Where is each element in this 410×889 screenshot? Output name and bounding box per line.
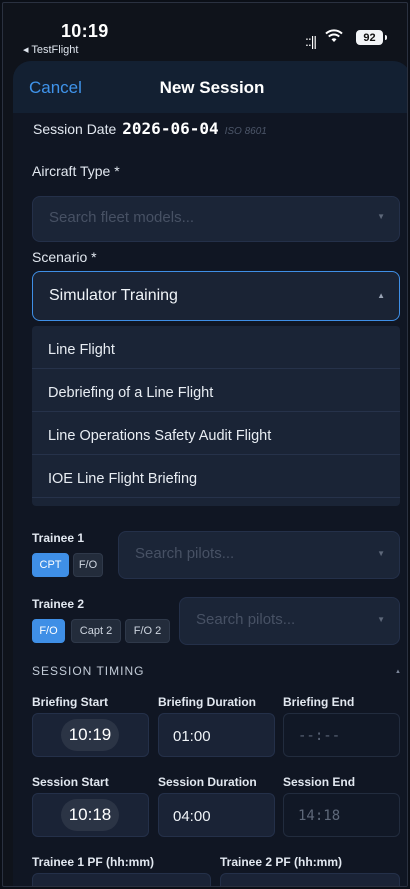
briefing-start-field[interactable]: 10:19 (32, 713, 149, 757)
briefing-duration-label: Briefing Duration (158, 695, 256, 709)
scenario-option-losa-flight[interactable]: Line Operations Safety Audit Flight (32, 412, 400, 455)
nav-bar: Cancel New Session (13, 61, 407, 113)
trainee1-pf-label: Trainee 1 PF (hh:mm) (32, 855, 155, 869)
session-end-label: Session End (283, 775, 356, 789)
session-end-field: 14:18 (283, 793, 400, 837)
session-end-value: 14:18 (298, 808, 341, 824)
trainee1-pf-field[interactable] (32, 873, 211, 886)
session-date-label: Session Date (33, 121, 117, 137)
aircraft-type-select[interactable]: Search fleet models... ▼ (32, 196, 400, 242)
briefing-start-label: Briefing Start (32, 695, 109, 709)
trainee1-role-fo[interactable]: F/O (73, 553, 103, 577)
battery-icon: 92 (356, 30, 387, 45)
trainee2-role-fo[interactable]: F/O (32, 619, 65, 643)
session-date-format: ISO 8601 (224, 126, 267, 137)
briefing-end-label: Briefing End (283, 695, 355, 709)
chevron-down-icon: ▼ (377, 212, 385, 221)
session-duration-field[interactable]: 04:00 (158, 793, 275, 837)
collapse-chevron-icon[interactable]: ▲ (395, 669, 401, 675)
trainee2-role-capt2[interactable]: Capt 2 (71, 619, 121, 643)
session-date-row: Session Date 2026-06-04 ISO 8601 (33, 119, 267, 138)
trainee1-role-cpt[interactable]: CPT (32, 553, 69, 577)
trainee1-pilot-search[interactable]: Search pilots... ▼ (118, 531, 400, 579)
scenario-dropdown: Line Flight Debriefing of a Line Flight … (32, 326, 400, 506)
session-start-value: 10:18 (61, 799, 119, 831)
cellular-signal-icon: ::|| (305, 33, 317, 49)
scenario-option-ioe-briefing[interactable]: IOE Line Flight Briefing (32, 455, 400, 498)
chevron-down-icon: ▼ (377, 615, 385, 624)
new-session-sheet: Cancel New Session Session Date 2026-06-… (13, 61, 407, 886)
scenario-option-debriefing[interactable]: Debriefing of a Line Flight (32, 369, 400, 412)
session-duration-label: Session Duration (158, 775, 257, 789)
session-duration-value: 04:00 (173, 808, 211, 825)
status-bar: 10:19 ◂ TestFlight ::|| 92 (3, 3, 407, 57)
scenario-option-line-flight[interactable]: Line Flight (32, 326, 400, 369)
trainee2-search-placeholder: Search pilots... (196, 611, 296, 628)
trainee2-role-fo2[interactable]: F/O 2 (125, 619, 170, 643)
scenario-select[interactable]: Simulator Training ▲ (32, 271, 400, 321)
trainee2-pf-label: Trainee 2 PF (hh:mm) (220, 855, 343, 869)
trainee1-search-placeholder: Search pilots... (135, 545, 235, 562)
aircraft-type-label: Aircraft Type * (32, 163, 120, 179)
briefing-duration-value: 01:00 (173, 728, 211, 745)
chevron-up-icon: ▲ (377, 291, 385, 300)
status-time: 10:19 (61, 21, 109, 41)
trainee1-label: Trainee 1 (32, 531, 85, 545)
aircraft-type-placeholder: Search fleet models... (49, 209, 195, 226)
chevron-down-icon: ▼ (377, 549, 385, 558)
back-to-app-link[interactable]: ◂ TestFlight (23, 43, 78, 56)
scenario-label: Scenario * (32, 249, 97, 265)
device-frame: 10:19 ◂ TestFlight ::|| 92 Cancel New Se… (2, 2, 408, 887)
briefing-start-value: 10:19 (61, 719, 119, 751)
wifi-icon (325, 29, 343, 48)
briefing-end-value: --:-- (298, 728, 341, 744)
page-title: New Session (159, 78, 265, 97)
session-start-label: Session Start (32, 775, 109, 789)
briefing-end-field: --:-- (283, 713, 400, 757)
trainee2-pf-field[interactable] (220, 873, 400, 886)
session-timing-title: SESSION TIMING (32, 664, 145, 678)
briefing-duration-field[interactable]: 01:00 (158, 713, 275, 757)
session-date-value[interactable]: 2026-06-04 (122, 119, 218, 138)
trainee2-label: Trainee 2 (32, 597, 85, 611)
session-start-field[interactable]: 10:18 (32, 793, 149, 837)
scenario-selected-value: Simulator Training (49, 287, 178, 304)
trainee2-pilot-search[interactable]: Search pilots... ▼ (179, 597, 400, 645)
